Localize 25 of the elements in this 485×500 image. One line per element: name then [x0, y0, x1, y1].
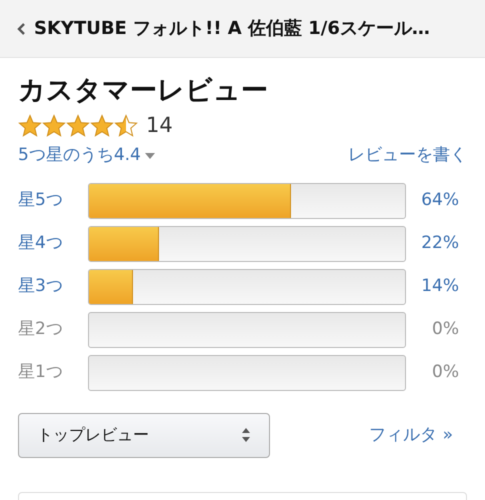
- percentage-text: 22%: [420, 232, 460, 255]
- filter-link[interactable]: フィルタ »: [369, 422, 467, 448]
- star-icon: [42, 114, 66, 138]
- back-chevron-icon[interactable]: [16, 22, 26, 36]
- product-title: SKYTUBE フォルト!! A 佐伯藍 1/6スケール…: [34, 17, 430, 41]
- section-heading: カスタマーレビュー: [18, 74, 269, 108]
- caret-icon: [144, 153, 155, 159]
- star-level-label[interactable]: 星4つ: [18, 231, 88, 256]
- star-level-label[interactable]: 星3つ: [18, 274, 88, 300]
- star-level-label[interactable]: 星5つ: [18, 188, 88, 214]
- percentage-text: 64%: [420, 189, 460, 212]
- sort-dropdown[interactable]: トップレビュー: [18, 412, 270, 458]
- percentage-text: 0%: [431, 318, 460, 341]
- write-review-link[interactable]: レビューを書く: [348, 143, 467, 169]
- star-icon: [18, 114, 42, 138]
- percentage-text: 14%: [420, 275, 460, 298]
- star-icon: [114, 114, 138, 138]
- star-level-label: 星1つ: [18, 361, 64, 384]
- average-rating-link[interactable]: 5つ星のうち4.4: [18, 143, 155, 169]
- star-icon: [66, 114, 90, 138]
- up-down-arrows-icon: [241, 427, 251, 444]
- star-level-label: 星2つ: [18, 318, 64, 341]
- percentage-text: 0%: [431, 361, 460, 384]
- review-count: 14: [146, 112, 173, 139]
- star-icon: [90, 114, 114, 138]
